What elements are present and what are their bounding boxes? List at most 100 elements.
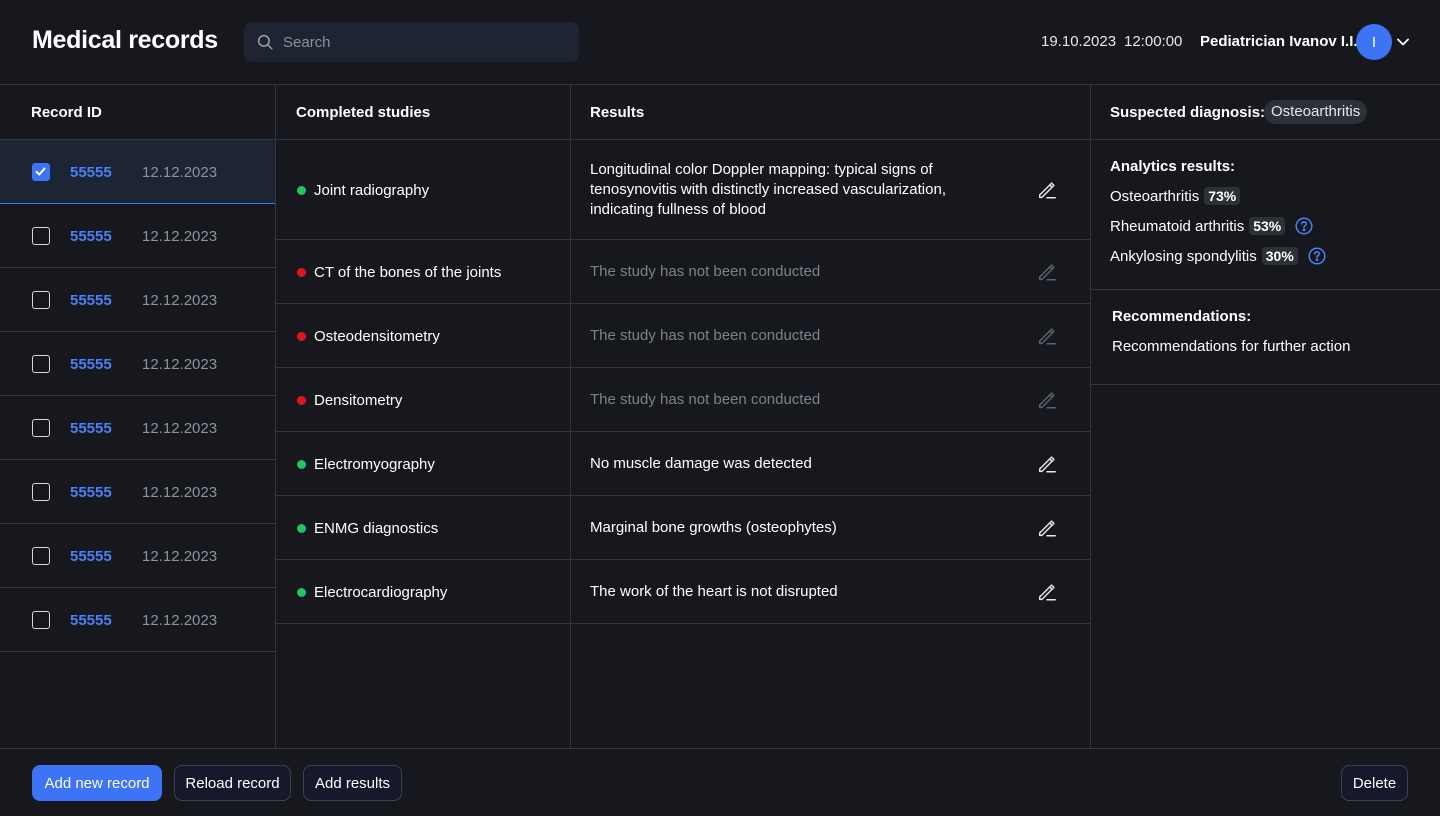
status-dot-done [297, 186, 306, 195]
row-divider [276, 623, 1090, 624]
edit-icon[interactable] [1036, 179, 1058, 201]
record-checkbox[interactable] [32, 483, 50, 501]
record-date: 12.12.2023 [142, 356, 218, 373]
study-row: Electrocardiography The work of the hear… [276, 560, 1090, 624]
checkmark-icon [35, 167, 46, 176]
study-name: Electrocardiography [314, 584, 448, 601]
record-row[interactable]: 55555 12.12.2023 [0, 460, 275, 524]
record-date: 12.12.2023 [142, 612, 218, 629]
user-name[interactable]: Pediatrician Ivanov I.I. [1200, 33, 1358, 50]
record-row[interactable]: 55555 12.12.2023 [0, 268, 275, 332]
record-checkbox[interactable] [32, 355, 50, 373]
record-checkbox[interactable] [32, 611, 50, 629]
record-checkbox[interactable] [32, 419, 50, 437]
record-id[interactable]: 55555 [70, 292, 112, 309]
recommendations-text: Recommendations for further action [1112, 338, 1351, 355]
record-date: 12.12.2023 [142, 292, 218, 309]
record-id[interactable]: 55555 [70, 420, 112, 437]
record-checkbox[interactable] [32, 227, 50, 245]
edit-icon[interactable] [1036, 581, 1058, 603]
help-icon[interactable] [1308, 247, 1326, 265]
analytics-item-percent: 73% [1204, 187, 1241, 205]
record-row[interactable]: 55555 12.12.2023 [0, 524, 275, 588]
panel-divider [1091, 384, 1440, 385]
record-id[interactable]: 55555 [70, 548, 112, 565]
edit-icon [1038, 392, 1056, 409]
record-checkbox[interactable] [32, 291, 50, 309]
study-result: The work of the heart is not disrupted [590, 583, 838, 600]
study-name: Joint radiography [314, 182, 430, 199]
study-name: CT of the bones of the joints [314, 264, 502, 281]
diagnosis-badge: Osteoarthritis [1264, 100, 1368, 124]
study-result: The study has not been conducted [590, 327, 821, 344]
medical-records-app: Medical records 19.10.2023 12:00:00 Pedi… [0, 0, 1440, 816]
study-name: Electromyography [314, 456, 435, 473]
record-row[interactable]: 55555 12.12.2023 [0, 588, 275, 652]
record-id[interactable]: 55555 [70, 356, 112, 373]
current-date: 19.10.2023 [1041, 33, 1117, 50]
record-id[interactable]: 55555 [70, 484, 112, 501]
study-name: Osteodensitometry [314, 328, 440, 345]
page-title: Medical records [32, 26, 218, 54]
delete-button[interactable]: Delete [1341, 765, 1408, 801]
analytics-item-name: Osteoarthritis [1110, 187, 1200, 205]
record-row[interactable]: 55555 12.12.2023 [0, 332, 275, 396]
record-date: 12.12.2023 [142, 548, 218, 565]
analytics-item: Rheumatoid arthritis 53% [1110, 215, 1313, 237]
record-row[interactable]: 55555 12.12.2023 [0, 204, 275, 268]
search-input[interactable] [283, 33, 563, 51]
header: Medical records 19.10.2023 12:00:00 Pedi… [0, 0, 1440, 85]
add-new-record-button[interactable]: Add new record [32, 765, 162, 801]
study-result: Marginal bone growths (osteophytes) [590, 519, 837, 536]
status-dot-not-done [297, 268, 306, 277]
reload-record-button[interactable]: Reload record [174, 765, 291, 801]
study-result: No muscle damage was detected [590, 455, 812, 472]
study-row: Densitometry The study has not been cond… [276, 368, 1090, 432]
column-header-results: Results [590, 104, 645, 121]
analytics-item-name: Rheumatoid arthritis [1110, 217, 1245, 235]
study-name: ENMG diagnostics [314, 520, 439, 537]
record-id[interactable]: 55555 [70, 612, 112, 629]
record-date: 12.12.2023 [142, 164, 218, 181]
study-name: Densitometry [314, 392, 403, 409]
record-id[interactable]: 55555 [70, 228, 112, 245]
row-divider [0, 651, 275, 652]
study-row: Electromyography No muscle damage was de… [276, 432, 1090, 496]
study-result: The study has not been conducted [590, 263, 821, 280]
study-result: Longitudinal color Doppler mapping: typi… [590, 161, 946, 218]
status-dot-done [297, 588, 306, 597]
record-id[interactable]: 55555 [70, 164, 112, 181]
search-box[interactable] [244, 22, 579, 62]
record-checkbox[interactable] [32, 163, 50, 181]
add-results-button[interactable]: Add results [303, 765, 402, 801]
record-row[interactable]: 55555 12.12.2023 [0, 396, 275, 460]
study-row: Osteodensitometry The study has not been… [276, 304, 1090, 368]
study-row: ENMG diagnostics Marginal bone growths (… [276, 496, 1090, 560]
suspected-diagnosis-label: Suspected diagnosis: [1110, 104, 1266, 121]
chevron-down-icon[interactable] [1396, 35, 1410, 49]
analytics-item: Ankylosing spondylitis 30% [1110, 245, 1326, 267]
column-header-record-id: Record ID [31, 104, 102, 121]
column-header-completed-studies: Completed studies [296, 104, 431, 121]
current-time: 12:00:00 [1124, 33, 1183, 50]
status-dot-done [297, 460, 306, 469]
study-row: Joint radiography Longitudinal color Dop… [276, 140, 1090, 240]
footer-toolbar: Add new record Reload record Add results… [0, 748, 1440, 816]
analytics-item-name: Ankylosing spondylitis [1110, 247, 1257, 265]
analytics-item: Osteoarthritis 73% [1110, 185, 1241, 207]
status-dot-not-done [297, 396, 306, 405]
edit-icon[interactable] [1036, 517, 1058, 539]
record-checkbox[interactable] [32, 547, 50, 565]
search-icon [257, 34, 273, 50]
analytics-item-percent: 30% [1261, 247, 1298, 265]
edit-icon [1038, 328, 1056, 345]
analytics-title: Analytics results: [1110, 158, 1236, 175]
edit-icon [1038, 264, 1056, 281]
help-icon[interactable] [1295, 217, 1313, 235]
column-divider [1090, 85, 1091, 748]
avatar[interactable]: I [1356, 24, 1392, 60]
recommendations-title: Recommendations: [1112, 308, 1252, 325]
edit-icon[interactable] [1036, 453, 1058, 475]
study-result: The study has not been conducted [590, 391, 821, 408]
record-row[interactable]: 55555 12.12.2023 [0, 140, 275, 204]
